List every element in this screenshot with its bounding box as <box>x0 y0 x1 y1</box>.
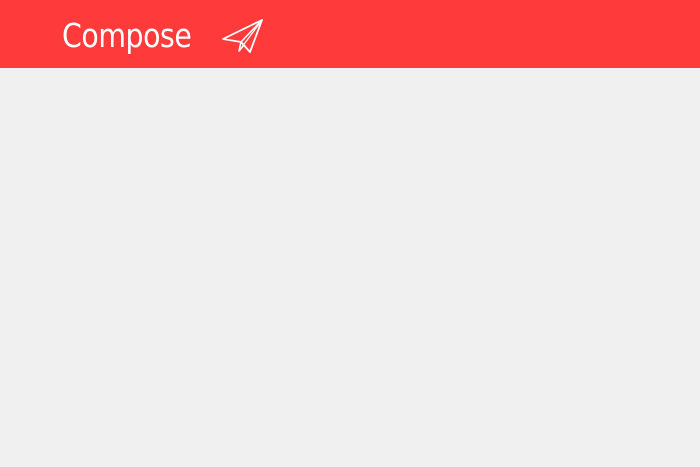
compose-screen: Compose <box>0 0 700 467</box>
compose-content <box>0 68 700 467</box>
compose-title: Compose <box>62 16 192 55</box>
paper-plane-icon[interactable] <box>221 17 265 55</box>
compose-header: Compose <box>0 0 700 68</box>
